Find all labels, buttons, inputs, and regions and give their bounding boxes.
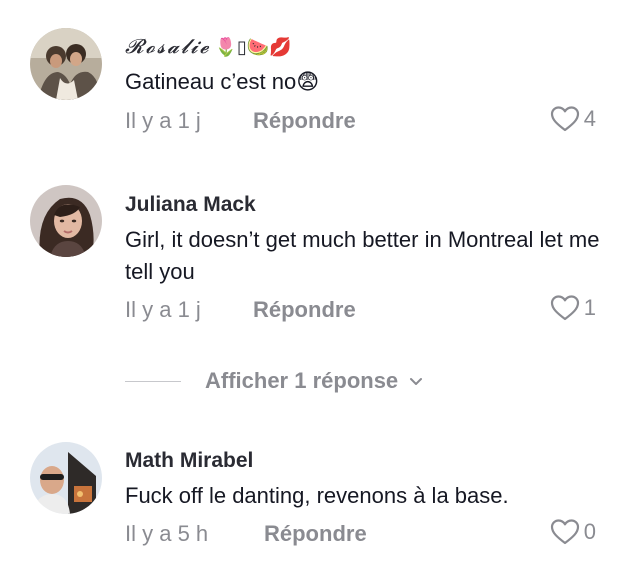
comment-username[interactable]: 𝓡𝓸𝓼𝓪𝓵𝓲𝓮 🌷▯🍉💋 — [125, 34, 292, 58]
like-count: 4 — [583, 106, 596, 131]
avatar-image — [30, 28, 102, 100]
username-text: 𝓡𝓸𝓼𝓪𝓵𝓲𝓮 — [125, 34, 211, 58]
comment-timestamp: Il y a 5 h — [125, 521, 209, 546]
view-replies-button[interactable]: Afficher 1 réponse — [125, 366, 424, 396]
comment-timestamp: Il y a 1 j — [125, 108, 201, 133]
avatar-image — [30, 442, 102, 514]
replies-divider — [125, 380, 181, 382]
comment-username[interactable]: Math Mirabel — [125, 449, 253, 473]
comment-timestamp: Il y a 1 j — [125, 297, 201, 322]
comment-text: Fuck off le danting, revenons à la base. — [125, 483, 509, 508]
heart-outline-icon — [550, 519, 579, 545]
like-count: 1 — [583, 295, 596, 320]
comment-text: Gatineau c’est no😨 — [125, 69, 320, 94]
heart-outline-icon — [550, 106, 579, 132]
reply-button[interactable]: Répondre — [253, 108, 356, 134]
avatar[interactable] — [30, 442, 102, 514]
like-button[interactable]: 1 — [550, 294, 596, 322]
avatar[interactable] — [30, 185, 102, 257]
comment-username[interactable]: Juliana Mack — [125, 193, 256, 217]
like-button[interactable]: 4 — [550, 105, 596, 133]
heart-outline-icon — [550, 295, 579, 321]
reply-button[interactable]: Répondre — [264, 521, 367, 547]
avatar[interactable] — [30, 28, 102, 100]
chevron-down-icon — [410, 378, 423, 385]
avatar-image — [30, 185, 102, 257]
like-count: 0 — [583, 519, 596, 544]
reply-button[interactable]: Répondre — [253, 297, 356, 323]
view-replies-label: Afficher 1 réponse — [205, 368, 399, 393]
comment-text: Girl, it doesn’t get much better in Mont… — [125, 227, 600, 284]
username-emoji: 🌷▯🍉💋 — [214, 37, 292, 58]
like-button[interactable]: 0 — [550, 518, 596, 546]
